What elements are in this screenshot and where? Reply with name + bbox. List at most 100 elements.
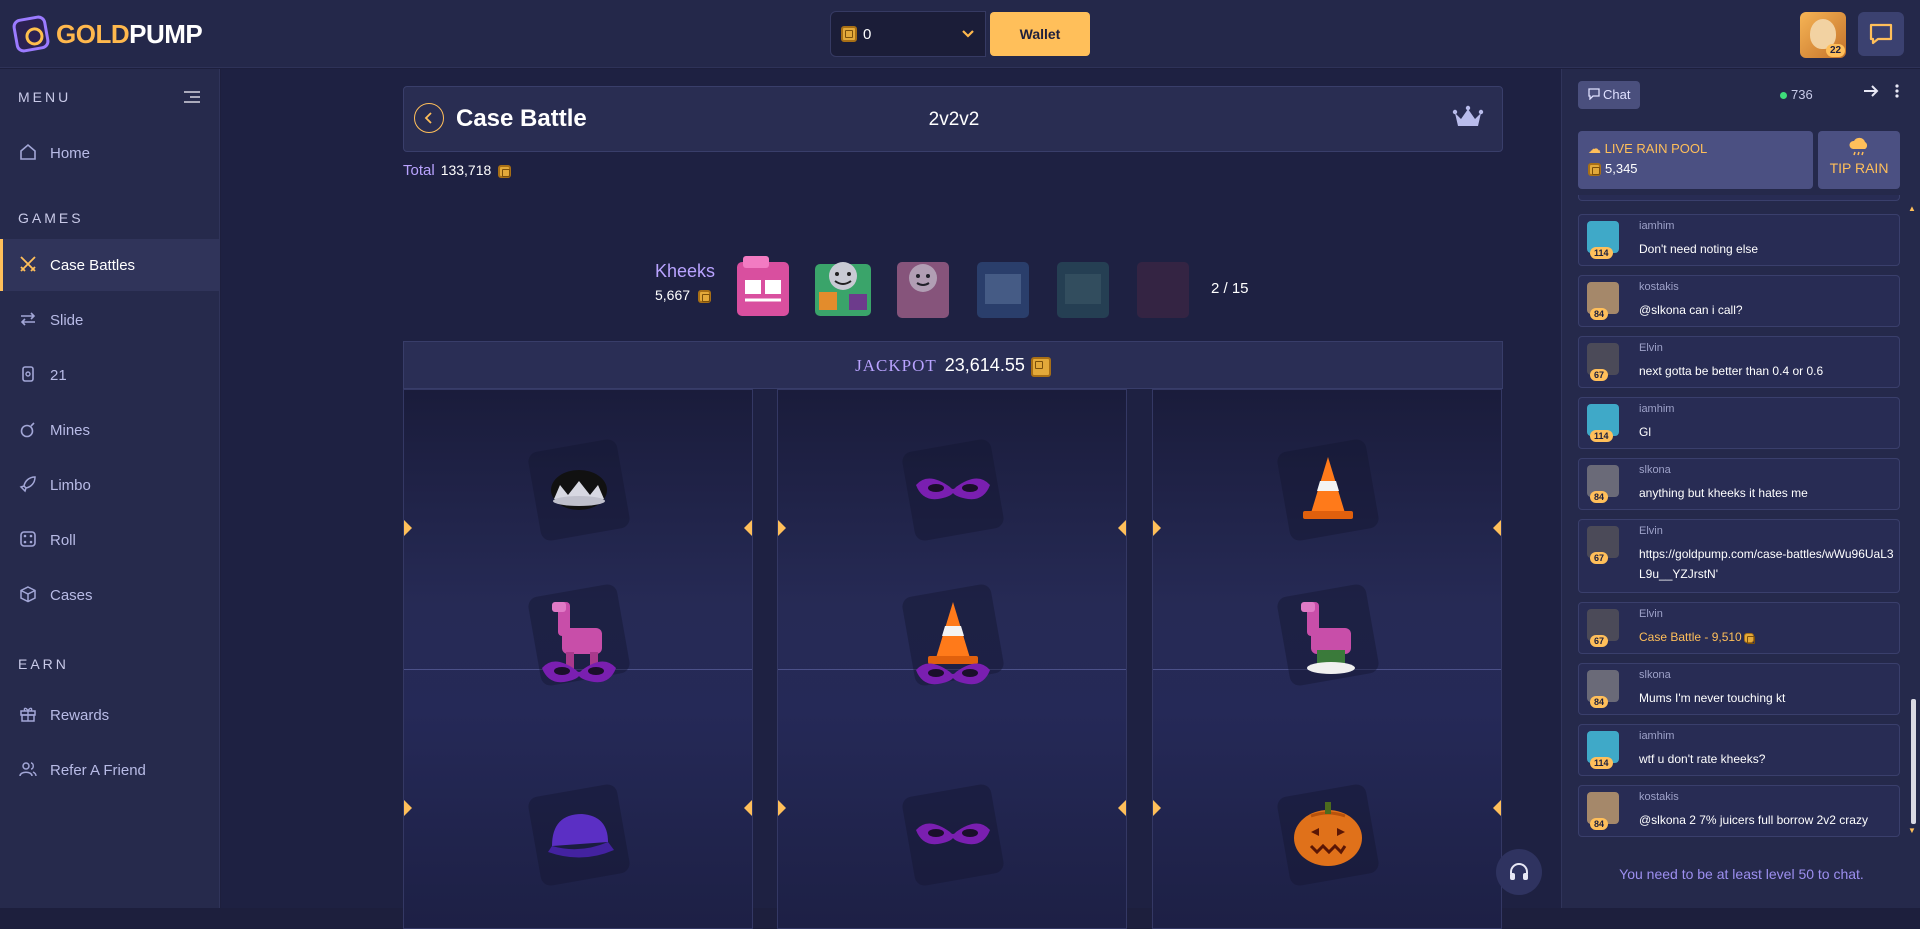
user-level-badge: 22 (1826, 44, 1846, 57)
battle-share-link[interactable]: Case Battle - 9,510 (1639, 627, 1894, 647)
pointer-icon (1118, 800, 1126, 816)
sidebar-item-home[interactable]: Home (0, 127, 219, 179)
online-count: 736 (1780, 87, 1813, 102)
chat-username[interactable]: kostakis (1639, 281, 1679, 293)
case-thumbnail[interactable] (811, 254, 875, 320)
case-thumbnail[interactable] (891, 254, 955, 320)
more-options-icon[interactable] (1894, 83, 1900, 104)
case-thumbnail[interactable] (1051, 254, 1115, 320)
avatar[interactable]: 67 (1587, 526, 1619, 564)
purple-cap-item (524, 780, 634, 890)
sidebar-item-label: Refer A Friend (50, 761, 146, 779)
chat-username[interactable]: iamhim (1639, 220, 1674, 232)
case-thumbnail[interactable] (971, 254, 1035, 320)
chat-username[interactable]: Elvin (1639, 342, 1663, 354)
support-button[interactable] (1496, 849, 1542, 895)
chat-text: @slkona 2 7% juicers full borrow 2v2 cra… (1639, 813, 1868, 827)
sidebar-item-roll[interactable]: Roll (0, 514, 219, 566)
avatar[interactable]: 67 (1587, 609, 1619, 647)
purple-mask-item (898, 780, 1008, 890)
avatar[interactable]: 84 (1587, 792, 1619, 830)
battle-total: Total 133,718 (403, 162, 512, 179)
tab-chat-label: Chat (1603, 87, 1631, 102)
chat-username[interactable]: iamhim (1639, 730, 1674, 742)
pointer-icon (404, 520, 412, 536)
tip-rain-label: TIP RAIN (1829, 160, 1889, 176)
chat-message: 114 iamhim wtf u don't rate kheeks? (1578, 724, 1900, 776)
tab-chat[interactable]: Chat (1578, 81, 1641, 109)
logo-text-pump: PUMP (129, 18, 203, 49)
sidebar-item-cases[interactable]: Cases (0, 569, 219, 621)
balance-value: 0 (863, 25, 872, 43)
chat-toggle-button[interactable] (1858, 12, 1904, 56)
live-rain-pool: ☁ LIVE RAIN POOL 5,345 (1578, 131, 1813, 189)
rocket-icon (18, 475, 38, 495)
sidebar-item-21[interactable]: 21 (0, 349, 219, 401)
chat-message: 84 slkona anything but kheeks it hates m… (1578, 458, 1900, 510)
chat-message: 84 slkona Mums I'm never touching kt (1578, 663, 1900, 715)
chat-username[interactable]: iamhim (1639, 403, 1674, 415)
level-badge: 67 (1590, 369, 1609, 381)
avatar[interactable]: 114 (1587, 731, 1619, 769)
sidebar-item-label: Rewards (50, 706, 110, 724)
logo[interactable]: GOLDPUMP (11, 14, 203, 54)
chat-username[interactable]: Elvin (1639, 608, 1663, 620)
rain-cloud-icon (1849, 137, 1868, 156)
collapse-menu-icon[interactable] (184, 91, 200, 105)
top-bar: GOLDPUMP 0 Wallet 22 (0, 0, 1920, 68)
sidebar-item-label: Cases (50, 586, 93, 604)
case-thumbnail[interactable] (731, 254, 795, 320)
user-avatar[interactable]: 22 (1800, 12, 1846, 58)
avatar[interactable]: 114 (1587, 404, 1619, 442)
case-progress: 2 / 15 (1211, 280, 1249, 297)
chat-text: Mums I'm never touching kt (1639, 691, 1786, 705)
jackpot-value: 23,614.55 (944, 355, 1025, 375)
battle-header: Case Battle 2v2v2 (403, 86, 1503, 152)
pointer-icon (744, 800, 752, 816)
chat-message: 67 Elvin Case Battle - 9,510 (1578, 602, 1900, 654)
scroll-down-icon[interactable]: ▼ (1908, 826, 1916, 835)
pointer-icon (1118, 520, 1126, 536)
chat-username[interactable]: slkona (1639, 669, 1671, 681)
sidebar-item-slide[interactable]: Slide (0, 294, 219, 346)
sidebar-item-rewards[interactable]: Rewards (0, 689, 219, 741)
sidebar-item-limbo[interactable]: Limbo (0, 459, 219, 511)
case-thumbnail[interactable] (1131, 254, 1195, 320)
player-slot (1152, 389, 1502, 929)
chat-level-notice: You need to be at least level 50 to chat… (1619, 866, 1864, 882)
level-badge: 114 (1590, 430, 1613, 442)
wallet-button[interactable]: Wallet (990, 12, 1090, 56)
back-button[interactable] (414, 103, 444, 133)
jackpot-label: JACKPOT (855, 356, 937, 375)
tip-rain-button[interactable]: TIP RAIN (1818, 131, 1900, 189)
chat-username[interactable]: slkona (1639, 464, 1671, 476)
pointer-icon (1493, 800, 1501, 816)
avatar[interactable]: 84 (1587, 282, 1619, 320)
avatar[interactable]: 114 (1587, 221, 1619, 259)
users-icon (18, 760, 38, 780)
sidebar-item-mines[interactable]: Mines (0, 404, 219, 456)
coin-icon (1588, 163, 1601, 177)
chat-link[interactable]: https://goldpump.com/case-battles/wWu96U… (1639, 544, 1894, 584)
scroll-up-icon[interactable]: ▲ (1908, 204, 1916, 213)
balance-dropdown[interactable]: 0 (830, 11, 986, 57)
chat-username[interactable]: Elvin (1639, 525, 1663, 537)
sidebar-item-refer-a-friend[interactable]: Refer A Friend (0, 744, 219, 796)
sidebar-item-label: 21 (50, 366, 67, 384)
jackpot-bar: JACKPOT 23,614.55 (403, 341, 1503, 389)
rain-title: LIVE RAIN POOL (1604, 141, 1708, 156)
avatar[interactable]: 67 (1587, 343, 1619, 381)
close-chat-arrow-icon[interactable] (1862, 83, 1880, 104)
chat-text: next gotta be better than 0.4 or 0.6 (1639, 364, 1824, 378)
cloud-icon: ☁ (1588, 141, 1601, 156)
chat-message: 84 kostakis @slkona 2 7% juicers full bo… (1578, 785, 1900, 837)
avatar[interactable]: 84 (1587, 465, 1619, 503)
sidebar-item-label: Home (50, 144, 91, 162)
scrollbar-thumb[interactable] (1911, 699, 1916, 824)
chat-username[interactable]: kostakis (1639, 791, 1679, 803)
chat-text: Gl (1639, 425, 1651, 439)
purple-mask-item (898, 620, 1008, 730)
sidebar-item-case-battles[interactable]: Case Battles (0, 239, 219, 291)
chat-bubble-icon (1588, 88, 1600, 101)
avatar[interactable]: 84 (1587, 670, 1619, 708)
